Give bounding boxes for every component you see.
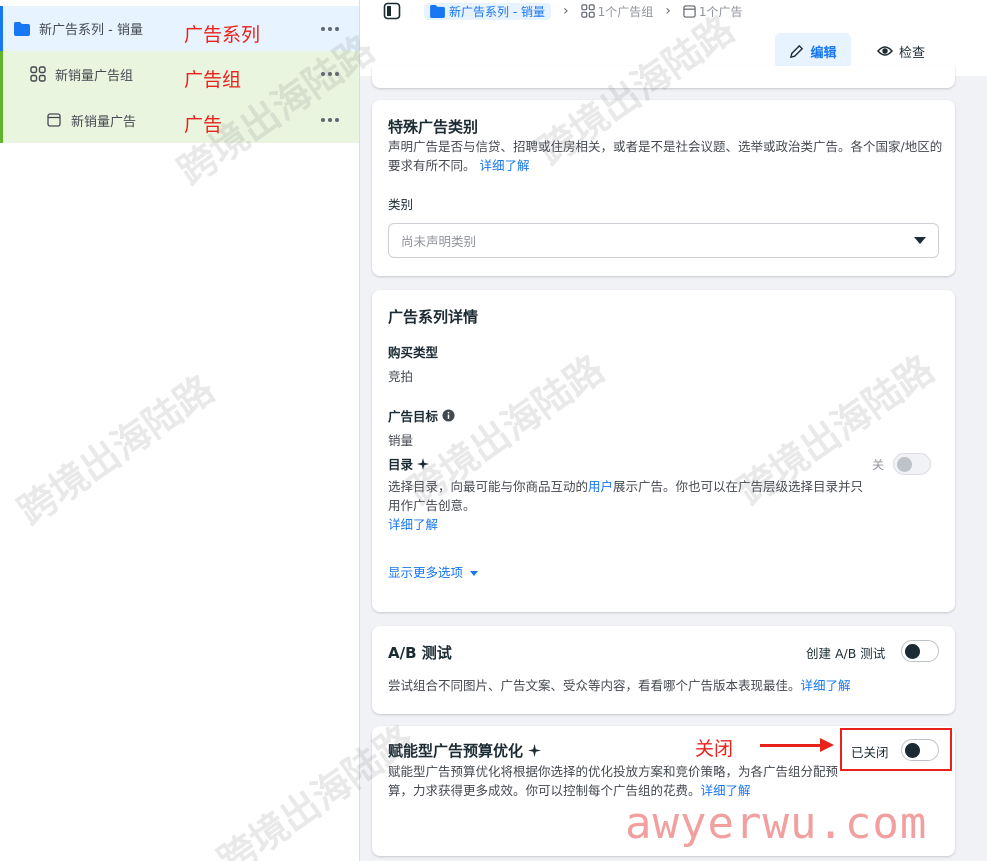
objective-label: 广告目标	[388, 409, 439, 424]
review-button-label: 检查	[898, 45, 925, 61]
more-options-icon[interactable]	[321, 118, 339, 122]
editor-top-bar: 新广告系列 - 销量 › 1个广告组 › 1个广告 编辑 检查	[360, 0, 987, 76]
objective-label-row: 广告目标	[388, 406, 455, 425]
grid-icon	[580, 4, 595, 18]
card-title: A/B 测试	[388, 644, 452, 662]
category-label: 类别	[388, 197, 414, 212]
category-select[interactable]: 尚未声明类别	[388, 223, 939, 258]
info-icon[interactable]	[442, 409, 455, 422]
tree-item-label: 新销量广告	[71, 114, 137, 130]
annotation-highlight-box	[840, 728, 952, 771]
annotation-ad: 广告	[184, 114, 223, 136]
breadcrumb-ads-label: 1个广告	[698, 4, 743, 19]
chevron-right-icon: ›	[665, 3, 671, 19]
catalog-label: 目录	[388, 457, 414, 472]
catalog-label-row: 目录	[388, 454, 430, 473]
tree-item-label: 新广告系列 - 销量	[39, 23, 143, 38]
annotation-arrow-head	[820, 738, 834, 752]
catalog-description: 选择目录，向最可能与你商品互动的用户展示广告。你也可以在广告层级选择目录并只用作…	[388, 477, 873, 534]
card-title: 赋能型广告预算优化	[388, 742, 524, 760]
tree-item-label: 新销量广告组	[55, 68, 134, 84]
sparkle-icon	[528, 744, 542, 757]
catalog-desc-text: 选择目录，向最可能与你商品互动的	[388, 479, 589, 494]
campaign-tree-panel: 新广告系列 - 销量 新销量广告组 新销量广告 广告系列 广告组 广告	[0, 0, 360, 861]
more-options-icon[interactable]	[321, 26, 339, 31]
ab-test-description: 尝试组合不同图片、广告文案、受众等内容，看看哪个广告版本表现最佳。详细了解	[388, 676, 943, 695]
card-title-row: 赋能型广告预算优化	[388, 740, 542, 761]
ab-test-toggle[interactable]	[901, 640, 939, 662]
folder-icon	[430, 4, 445, 18]
sparkle-icon	[417, 457, 430, 470]
learn-more-link[interactable]: 详细了解	[701, 783, 751, 798]
description-text: 声明广告是否与信贷、招聘或住房相关，或者是不是社会议题、选举或政治类广告。各个国…	[388, 139, 943, 173]
more-options-icon[interactable]	[321, 72, 339, 76]
toggle-knob	[905, 644, 920, 659]
logo-watermark: awyerwu.com	[625, 798, 928, 849]
pencil-icon	[790, 44, 804, 58]
tree-item-campaign[interactable]: 新广告系列 - 销量	[0, 6, 359, 51]
breadcrumb-adsets[interactable]: 1个广告组	[580, 3, 654, 20]
review-button[interactable]: 检查	[865, 33, 937, 69]
previous-card-bottom	[372, 66, 955, 88]
breadcrumb-ads[interactable]: 1个广告	[683, 3, 743, 20]
catalog-toggle[interactable]	[893, 453, 931, 475]
breadcrumb: 新广告系列 - 销量 › 1个广告组 › 1个广告	[424, 0, 742, 22]
chevron-right-icon: ›	[562, 3, 569, 19]
eye-icon	[876, 46, 893, 56]
card-description: 声明广告是否与信贷、招聘或住房相关，或者是不是社会议题、选举或政治类广告。各个国…	[388, 137, 943, 175]
breadcrumb-adsets-label: 1个广告组	[597, 4, 654, 19]
show-more-options-link[interactable]: 显示更多选项	[388, 562, 478, 581]
edit-button-label: 编辑	[810, 45, 837, 61]
campaign-details-card: 广告系列详情 购买类型 竞拍 广告目标 销量 目录 关 选择目录，向最可能与你商…	[372, 290, 955, 612]
show-more-options-label: 显示更多选项	[388, 565, 464, 580]
ad-page-icon	[683, 4, 696, 18]
annotation-close: 关闭	[695, 738, 734, 760]
sidebar-toggle-icon[interactable]	[383, 2, 401, 24]
learn-more-link[interactable]: 详细了解	[801, 678, 851, 693]
ab-test-card: A/B 测试 创建 A/B 测试 尝试组合不同图片、广告文案、受众等内容，看看哪…	[372, 626, 955, 714]
breadcrumb-campaign[interactable]: 新广告系列 - 销量	[424, 2, 551, 20]
edit-button[interactable]: 编辑	[775, 33, 851, 69]
card-title: 特殊广告类别	[388, 118, 479, 136]
catalog-toggle-label: 关	[872, 458, 885, 472]
budget-description: 赋能型广告预算优化将根据你选择的优化投放方案和竞价策略，为各广告组分配预算，力求…	[388, 762, 843, 800]
ab-test-toggle-label: 创建 A/B 测试	[806, 646, 886, 661]
learn-more-link[interactable]: 详细了解	[388, 517, 438, 532]
tree-item-ad[interactable]: 新销量广告	[0, 97, 359, 143]
breadcrumb-campaign-label: 新广告系列 - 销量	[449, 4, 545, 19]
grid-icon	[29, 65, 47, 83]
folder-icon	[13, 20, 31, 38]
special-ad-category-card: 特殊广告类别 声明广告是否与信贷、招聘或住房相关，或者是不是社会议题、选举或政治…	[372, 100, 955, 276]
annotation-arrow	[760, 744, 822, 747]
description-text: 尝试组合不同图片、广告文案、受众等内容，看看哪个广告版本表现最佳。	[388, 678, 801, 693]
annotation-campaign: 广告系列	[184, 24, 261, 46]
caret-down-icon	[914, 237, 926, 244]
description-text: 赋能型广告预算优化将根据你选择的优化投放方案和竞价策略，为各广告组分配预算，力求…	[388, 764, 839, 798]
toggle-knob	[897, 457, 912, 472]
card-title: 广告系列详情	[388, 308, 479, 326]
caret-down-icon	[470, 571, 478, 576]
objective-value: 销量	[388, 433, 414, 448]
tree-item-adset[interactable]: 新销量广告组	[0, 51, 359, 97]
buying-type-value: 竞拍	[388, 369, 414, 384]
annotation-adset: 广告组	[184, 69, 242, 91]
learn-more-link[interactable]: 详细了解	[480, 158, 530, 173]
users-link[interactable]: 用户	[588, 479, 613, 494]
ad-page-icon	[45, 111, 63, 129]
buying-type-label: 购买类型	[388, 345, 439, 360]
select-placeholder: 尚未声明类别	[401, 234, 477, 249]
